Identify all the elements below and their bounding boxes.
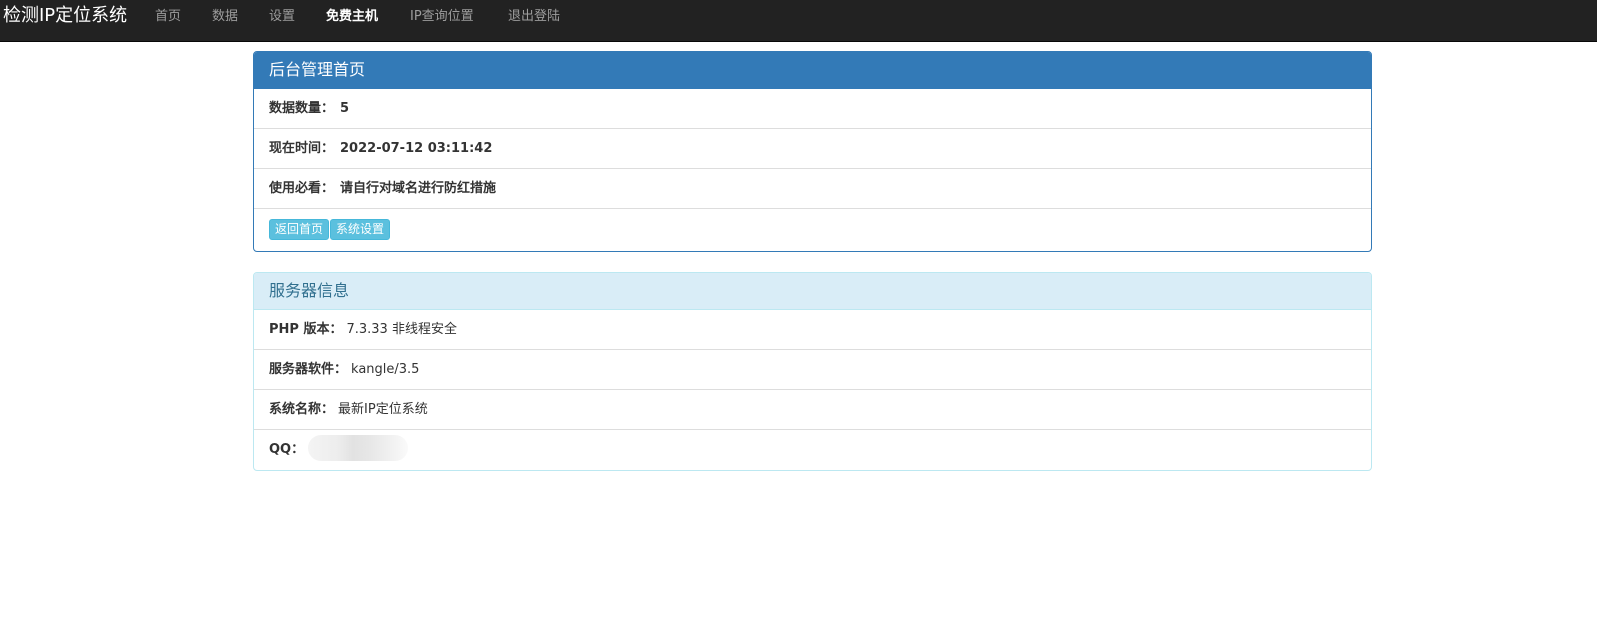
server-software-label: 服务器软件： <box>269 362 348 377</box>
admin-panel-title: 后台管理首页 <box>254 52 1371 89</box>
system-name-label: 系统名称： <box>269 402 335 417</box>
nav-item-data[interactable]: 数据 <box>212 9 238 25</box>
current-time-row: 现在时间： 2022-07-12 03:11:42 <box>254 129 1371 169</box>
server-software-row: 服务器软件： kangle/3.5 <box>254 350 1371 390</box>
php-version-value: 7.3.33 非线程安全 <box>346 322 457 337</box>
usage-notice-label: 使用必看： <box>269 181 335 196</box>
qq-label: QQ： <box>269 442 305 457</box>
data-count-value: 5 <box>340 101 350 116</box>
qq-row: QQ： <box>254 430 1371 470</box>
nav-item-ip-query[interactable]: IP查询位置 <box>410 9 474 25</box>
system-name-value: 最新IP定位系统 <box>338 402 428 417</box>
php-version-row: PHP 版本： 7.3.33 非线程安全 <box>254 310 1371 350</box>
back-home-button[interactable]: 返回首页 <box>269 219 330 240</box>
server-info-title: 服务器信息 <box>254 273 1371 310</box>
nav-item-settings[interactable]: 设置 <box>269 9 295 25</box>
system-settings-button[interactable]: 系统设置 <box>330 219 391 240</box>
top-navbar: 检测IP定位系统 首页 数据 设置 免费主机 IP查询位置 退出登陆 <box>0 0 1597 42</box>
server-software-value: kangle/3.5 <box>351 362 420 377</box>
nav-item-free-host[interactable]: 免费主机 <box>326 9 378 25</box>
data-count-row: 数据数量： 5 <box>254 89 1371 129</box>
nav-item-home[interactable]: 首页 <box>155 9 181 25</box>
usage-notice-value: 请自行对域名进行防红措施 <box>340 181 497 196</box>
server-info-panel: 服务器信息 PHP 版本： 7.3.33 非线程安全 服务器软件： kangle/3… <box>253 272 1372 471</box>
php-version-label: PHP 版本： <box>269 322 343 337</box>
usage-notice-row: 使用必看： 请自行对域名进行防红措施 <box>254 169 1371 209</box>
brand-title[interactable]: 检测IP定位系统 <box>3 5 127 27</box>
admin-button-row: 返回首页 系统设置 <box>254 209 1371 250</box>
admin-panel: 后台管理首页 数据数量： 5 现在时间： 2022-07-12 03:11:42 使… <box>253 51 1372 252</box>
data-count-label: 数据数量： <box>269 101 335 116</box>
current-time-value: 2022-07-12 03:11:42 <box>340 141 493 156</box>
qq-value-redacted <box>308 434 409 461</box>
current-time-label: 现在时间： <box>269 141 335 156</box>
nav-item-logout[interactable]: 退出登陆 <box>508 9 560 25</box>
system-name-row: 系统名称： 最新IP定位系统 <box>254 390 1371 430</box>
